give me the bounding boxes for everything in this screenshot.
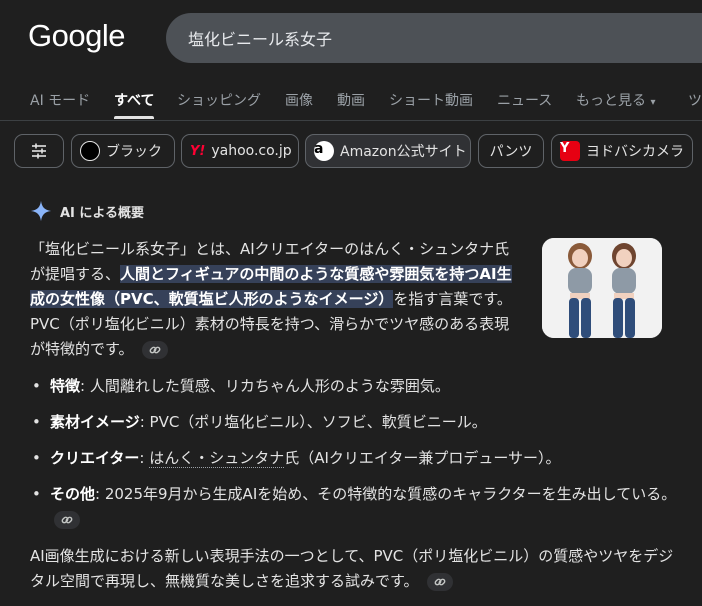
- search-input[interactable]: 塩化ビニール系女子: [188, 26, 332, 50]
- search-box[interactable]: 塩化ビニール系女子: [166, 13, 702, 63]
- list-item: その他: 2025年9月から生成AIを始め、その特徴的な質感のキャラクターを生み…: [30, 482, 680, 532]
- ai-overview-title: AI による概要: [60, 205, 145, 221]
- link-icon: [434, 578, 446, 585]
- amazon-logo-icon: a: [314, 141, 334, 161]
- point-text: 氏（AIクリエイター兼プロデューサー）。: [284, 449, 561, 467]
- tab-more[interactable]: もっと見る ▾: [576, 90, 655, 110]
- source-link-button[interactable]: [54, 510, 80, 529]
- list-item: クリエイター: はんく・シュンタナ氏（AIクリエイター兼プロデューサー）。: [30, 446, 680, 471]
- point-text: : 人間離れした質感、リカちゃん人形のような雰囲気。: [80, 377, 450, 395]
- link-icon: [61, 516, 73, 523]
- result-thumbnail[interactable]: [542, 238, 662, 338]
- point-term: その他: [50, 485, 96, 503]
- tab-all[interactable]: すべて: [114, 90, 154, 110]
- yodobashi-logo-icon: Y: [560, 141, 580, 161]
- creator-link[interactable]: はんく・シュンタナ: [149, 449, 285, 468]
- search-tabs: AI モード すべて ショッピング 画像 動画 ショート動画 ニュース もっと見…: [0, 90, 702, 119]
- chip-black[interactable]: ブラック: [71, 134, 175, 168]
- chip-amazon[interactable]: a Amazon公式サイト: [305, 134, 471, 168]
- chip-label: ヨドバシカメラ: [586, 144, 684, 160]
- source-link-button[interactable]: [142, 340, 169, 359]
- tab-news[interactable]: ニュース: [497, 90, 552, 110]
- ai-overview-points: 特徴: 人間離れした質感、リカちゃん人形のような雰囲気。 素材イメージ: PVC…: [30, 374, 680, 543]
- point-text: : 2025年9月から生成AIを始め、その特徴的な質感のキャラクターを生み出して…: [95, 485, 677, 503]
- tab-videos[interactable]: 動画: [337, 90, 365, 110]
- list-item: 特徴: 人間離れした質感、リカちゃん人形のような雰囲気。: [30, 374, 680, 399]
- yahoo-logo-icon: Y!: [190, 143, 206, 159]
- tab-partial[interactable]: ツ: [688, 90, 702, 110]
- tab-short-videos[interactable]: ショート動画: [389, 90, 473, 110]
- chip-label: パンツ: [489, 144, 533, 160]
- chip-label: Amazon公式サイト: [340, 144, 467, 160]
- black-circle-icon: [80, 141, 100, 161]
- tab-ai-mode[interactable]: AI モード: [30, 90, 90, 110]
- closing-text: AI画像生成における新しい表現手法の一つとして、PVC（ポリ塩化ビニル）の質感や…: [30, 547, 674, 590]
- tune-icon: [32, 143, 46, 159]
- google-logo[interactable]: Google: [28, 18, 125, 54]
- tab-more-label: もっと見る: [576, 93, 646, 109]
- refinement-chips: ブラック Y! yahoo.co.jp a Amazon公式サイト パンツ Y …: [0, 134, 702, 170]
- point-text: : PVC（ポリ塩化ビニル）、ソフビ、軟質ビニール。: [139, 413, 487, 431]
- chip-label: ブラック: [106, 144, 162, 160]
- chip-label: yahoo.co.jp: [211, 143, 292, 159]
- list-item: 素材イメージ: PVC（ポリ塩化ビニル）、ソフビ、軟質ビニール。: [30, 410, 680, 435]
- point-term: クリエイター: [50, 449, 140, 467]
- chevron-down-icon: ▾: [650, 97, 656, 108]
- filter-settings-button[interactable]: [14, 134, 64, 168]
- point-term: 特徴: [50, 377, 81, 395]
- ai-overview-intro: 「塩化ビニール系女子」とは、AIクリエイターのはんく・シュンタナ氏が提唱する、人…: [30, 237, 522, 362]
- ai-overview-closing: AI画像生成における新しい表現手法の一つとして、PVC（ポリ塩化ビニル）の質感や…: [30, 544, 680, 594]
- tab-shopping[interactable]: ショッピング: [177, 90, 261, 110]
- chip-yodobashi[interactable]: Y ヨドバシカメラ: [551, 134, 693, 168]
- chip-pants[interactable]: パンツ: [478, 134, 544, 168]
- link-icon: [149, 346, 161, 353]
- active-tab-indicator: [114, 116, 154, 119]
- ai-overview-header: AI による概要: [30, 200, 144, 222]
- point-term: 素材イメージ: [50, 413, 140, 431]
- chip-yahoo[interactable]: Y! yahoo.co.jp: [181, 134, 299, 168]
- two-women-image: [542, 238, 662, 338]
- source-link-button[interactable]: [427, 572, 454, 591]
- tabs-divider: [0, 120, 702, 121]
- sparkle-icon: [30, 200, 52, 222]
- tab-images[interactable]: 画像: [285, 90, 313, 110]
